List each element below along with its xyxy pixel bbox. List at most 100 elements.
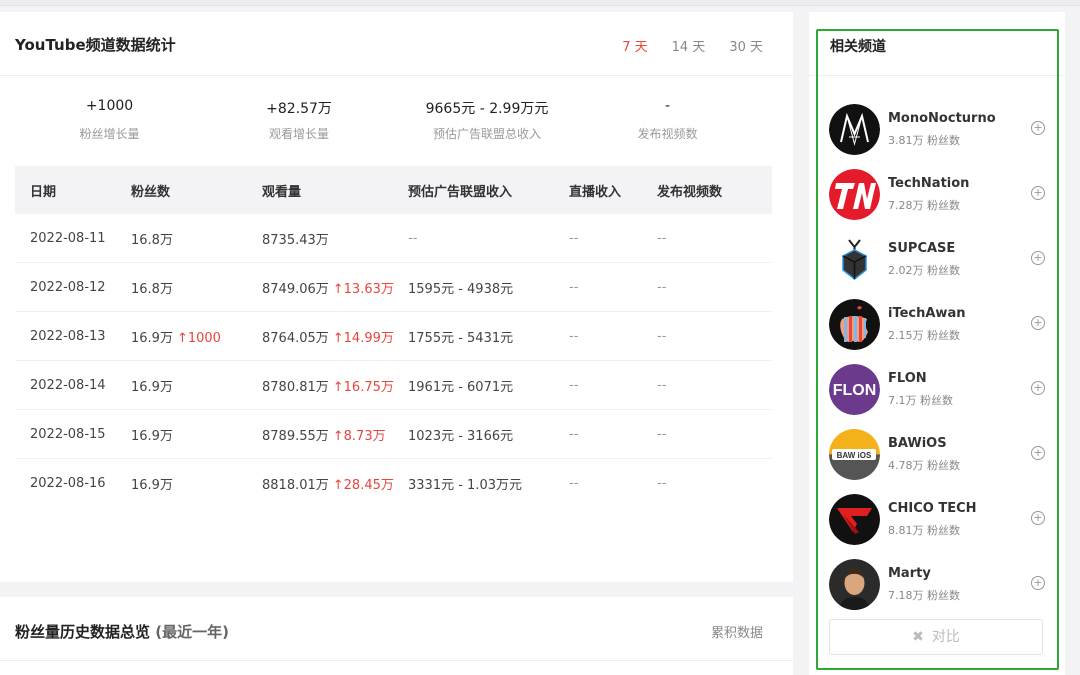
history-title: 粉丝量历史数据总览 (最近一年) [15,621,229,642]
add-channel-icon[interactable]: + [1031,576,1045,590]
mononocturno-avatar [829,104,880,155]
channel-info: SUPCASE 2.02万 粉丝数 [888,241,960,278]
stat-video-count: - 发布视频数 [595,98,740,142]
chicotech-avatar [829,494,880,545]
cell-video-count: -- [657,426,667,442]
history-title-text: 粉丝量历史数据总览 [15,623,151,641]
table-header: 日期 粉丝数 观看量 预估广告联盟收入 直播收入 发布视频数 [15,166,772,214]
header-views: 观看量 [262,184,302,200]
channel-name: SUPCASE [888,241,956,256]
add-channel-icon[interactable]: + [1031,381,1045,395]
table-row: 2022-08-16 16.9万 8818.01万 ↑28.45万 3331元 -… [15,459,772,508]
technation-avatar [829,169,880,220]
stat-label: 观看增长量 [268,127,329,141]
cell-subscribers: 16.9万 [131,474,262,493]
channel-subscribers: 7.18万 粉丝数 [888,589,960,602]
tab-30-days[interactable]: 30 天 [729,36,763,55]
cell-ad-revenue: 1595元 - 4938元 [408,281,514,297]
views-value: 8818.01万 [262,478,329,493]
history-subtitle: (最近一年) [155,623,229,641]
related-channels-list: MonoNocturno 3.81万 粉丝数 + TechNation 7.28… [829,97,1045,617]
stat-ad-revenue: 9665元 - 2.99万元 预估广告联盟总收入 [379,98,595,142]
subs-value: 16.8万 [131,232,173,248]
tab-7-days[interactable]: 7 天 [622,36,647,55]
channel-item[interactable]: SUPCASE 2.02万 粉丝数 + [829,227,1045,292]
add-channel-icon[interactable]: + [1031,251,1045,265]
channel-info: CHICO TECH 8.81万 粉丝数 [888,501,977,538]
cell-live-revenue: -- [569,328,579,344]
cumulative-data-link[interactable]: 累积数据 [711,622,763,641]
stat-value: - [664,98,671,114]
svg-text:FLON: FLON [833,382,877,399]
related-channels-title: 相关频道 [830,39,886,55]
bawios-avatar: BAW iOS [829,429,880,480]
add-channel-icon[interactable]: + [1031,316,1045,330]
cell-views: 8749.06万 ↑13.63万 [262,278,408,297]
channel-subscribers: 4.78万 粉丝数 [888,459,960,472]
subscriber-history-card: 粉丝量历史数据总览 (最近一年) 累积数据 [0,597,793,675]
channel-subscribers: 7.1万 粉丝数 [888,394,953,407]
subs-value: 16.9万 [131,330,173,346]
cell-subscribers: 16.8万 [131,229,262,248]
channel-info: MonoNocturno 3.81万 粉丝数 [888,111,996,148]
cell-live-revenue: -- [569,279,579,295]
channel-subscribers: 2.02万 粉丝数 [888,264,960,277]
table-row: 2022-08-14 16.9万 8780.81万 ↑16.75万 1961元 -… [15,361,772,410]
header-subscribers: 粉丝数 [131,184,171,200]
channel-item[interactable]: CHICO TECH 8.81万 粉丝数 + [829,487,1045,552]
stat-subscriber-growth: +1000 粉丝增长量 [0,98,219,142]
channel-item[interactable]: MonoNocturno 3.81万 粉丝数 + [829,97,1045,162]
views-increase: ↑8.73万 [332,428,386,444]
add-channel-icon[interactable]: + [1031,121,1045,135]
channel-subscribers: 8.81万 粉丝数 [888,524,960,537]
cell-date: 2022-08-13 [30,328,106,344]
svg-text:BAW iOS: BAW iOS [837,451,872,460]
views-value: 8735.43万 [262,232,329,248]
stat-value: +82.57万 [266,101,332,117]
channel-name: BAWiOS [888,436,947,451]
channel-item[interactable]: FLON FLON 7.1万 粉丝数 + [829,357,1045,422]
channel-item[interactable]: Marty 7.18万 粉丝数 + [829,552,1045,617]
cell-live-revenue: -- [569,377,579,393]
views-value: 8780.81万 [262,379,329,395]
header-live-revenue: 直播收入 [569,184,622,200]
channel-subscribers: 3.81万 粉丝数 [888,134,960,147]
channel-stats-card: YouTube频道数据统计 7 天 14 天 30 天 +1000 粉丝增长量 … [0,12,793,582]
channel-item[interactable]: iTechAwan 2.15万 粉丝数 + [829,292,1045,357]
channel-info: FLON 7.1万 粉丝数 [888,371,953,408]
cell-ad-revenue: 1755元 - 5431元 [408,330,514,346]
cell-views: 8735.43万 [262,229,408,248]
cell-views: 8818.01万 ↑28.45万 [262,474,408,493]
stat-label: 发布视频数 [637,127,698,141]
stat-label: 预估广告联盟总收入 [432,127,541,141]
channel-item[interactable]: TechNation 7.28万 粉丝数 + [829,162,1045,227]
card-header: YouTube频道数据统计 7 天 14 天 30 天 [0,12,793,76]
cell-date: 2022-08-16 [30,476,106,491]
subs-value: 16.9万 [131,428,173,444]
add-channel-icon[interactable]: + [1031,186,1045,200]
header-video-count: 发布视频数 [657,184,723,200]
cell-views: 8780.81万 ↑16.75万 [262,376,408,395]
subs-increase: ↑1000 [176,330,221,346]
tab-14-days[interactable]: 14 天 [672,36,706,55]
channel-item[interactable]: BAW iOS BAWiOS 4.78万 粉丝数 + [829,422,1045,487]
channel-subscribers: 2.15万 粉丝数 [888,329,960,342]
channel-name: MonoNocturno [888,111,996,126]
cell-views: 8764.05万 ↑14.99万 [262,327,408,346]
add-channel-icon[interactable]: + [1031,511,1045,525]
cell-video-count: -- [657,328,667,344]
stat-label: 粉丝增长量 [79,127,140,141]
channel-name: Marty [888,566,931,581]
cell-video-count: -- [657,279,667,295]
stat-value: 9665元 - 2.99万元 [425,101,549,117]
channel-info: TechNation 7.28万 粉丝数 [888,176,969,213]
channel-name: CHICO TECH [888,501,977,516]
cell-subscribers: 16.8万 [131,278,262,297]
compare-button[interactable]: ✖ 对比 [829,619,1043,655]
cell-ad-revenue: 1961元 - 6071元 [408,379,514,395]
channel-info: Marty 7.18万 粉丝数 [888,566,960,603]
add-channel-icon[interactable]: + [1031,446,1045,460]
views-increase: ↑28.45万 [332,478,394,493]
cell-live-revenue: -- [569,230,579,246]
page-title: YouTube频道数据统计 [15,36,176,54]
